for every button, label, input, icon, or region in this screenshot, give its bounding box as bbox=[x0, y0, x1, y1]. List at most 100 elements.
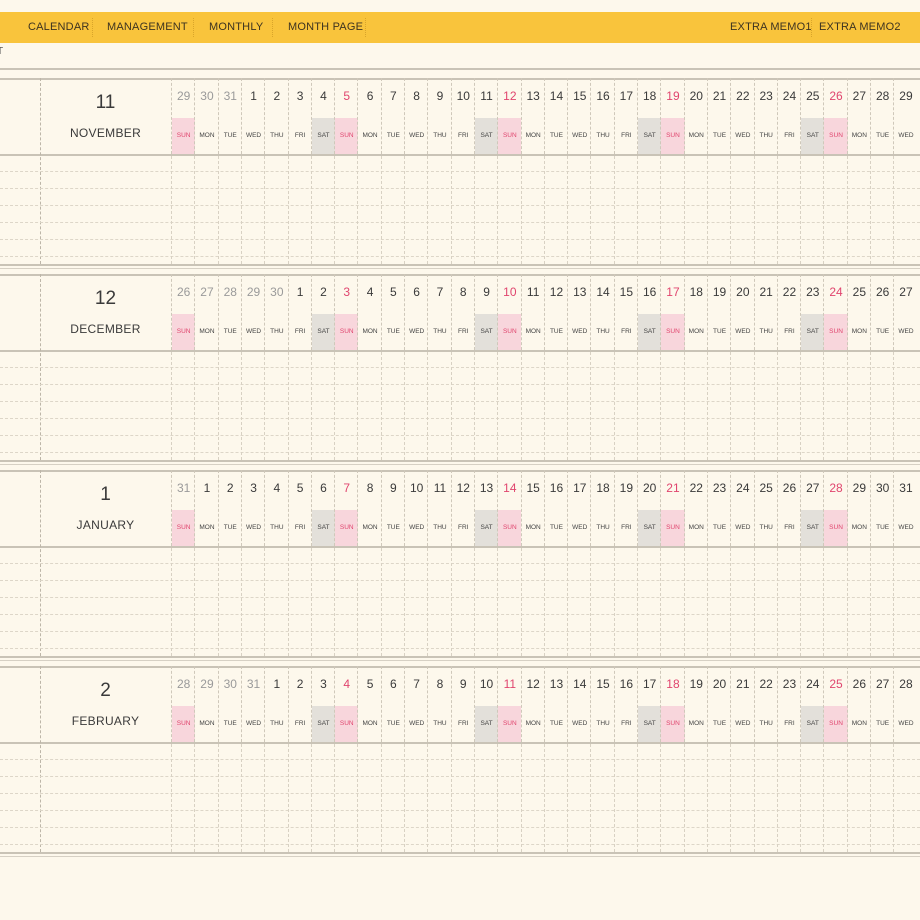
day-cell[interactable]: 4 THU bbox=[264, 470, 288, 546]
day-cell[interactable]: 2 TUE bbox=[217, 470, 242, 546]
day-cell[interactable]: 13 MON bbox=[520, 78, 545, 154]
month-name[interactable]: JANUARY bbox=[40, 518, 171, 532]
day-cell[interactable]: 3 FRI bbox=[287, 78, 312, 154]
day-cell[interactable]: 12 TUE bbox=[543, 274, 568, 350]
day-cell[interactable]: 19 SUN bbox=[660, 78, 685, 154]
day-cell[interactable]: 21 THU bbox=[753, 274, 778, 350]
day-cell[interactable]: 1 THU bbox=[264, 666, 288, 742]
day-cell[interactable]: 14 THU bbox=[590, 274, 614, 350]
day-cell[interactable]: 22 FRI bbox=[776, 274, 801, 350]
day-cell[interactable]: 31 TUE bbox=[217, 78, 242, 154]
day-cell[interactable]: 10 SUN bbox=[497, 274, 522, 350]
day-cell[interactable]: 27 SAT bbox=[800, 470, 825, 546]
day-cell[interactable]: 22 WED bbox=[730, 78, 754, 154]
day-cell[interactable]: 18 SAT bbox=[637, 78, 662, 154]
day-cell[interactable]: 31 WED bbox=[240, 666, 265, 742]
day-cell[interactable]: 6 TUE bbox=[380, 666, 405, 742]
day-cell[interactable]: 26 MON bbox=[846, 666, 871, 742]
day-cell[interactable]: 27 TUE bbox=[870, 666, 894, 742]
day-cell[interactable]: 21 TUE bbox=[706, 78, 731, 154]
day-cell[interactable]: 12 MON bbox=[520, 666, 545, 742]
month-number[interactable]: 2 bbox=[40, 680, 171, 702]
day-cell[interactable]: 17 SAT bbox=[637, 666, 662, 742]
day-cell[interactable]: 4 MON bbox=[357, 274, 381, 350]
day-cell[interactable]: 16 FRI bbox=[613, 666, 638, 742]
day-cell[interactable]: 25 MON bbox=[846, 274, 871, 350]
day-cell[interactable]: 8 WED bbox=[404, 78, 428, 154]
day-cell[interactable]: 8 THU bbox=[427, 666, 451, 742]
day-cell[interactable]: 10 WED bbox=[404, 470, 428, 546]
day-cell[interactable]: 13 TUE bbox=[543, 666, 568, 742]
day-cell[interactable]: 25 SUN bbox=[823, 666, 848, 742]
day-cell[interactable]: 11 MON bbox=[520, 274, 545, 350]
day-cell[interactable]: 15 THU bbox=[590, 666, 614, 742]
day-cell[interactable]: 30 MON bbox=[194, 78, 218, 154]
day-cell[interactable]: 23 TUE bbox=[706, 470, 731, 546]
day-cell[interactable]: 2 SAT bbox=[310, 274, 336, 350]
day-cell[interactable]: 7 TUE bbox=[380, 78, 405, 154]
day-cell[interactable]: 12 FRI bbox=[450, 470, 475, 546]
day-cell[interactable]: 14 WED bbox=[567, 666, 591, 742]
day-cell[interactable]: 29 SUN bbox=[171, 78, 196, 154]
day-cell[interactable]: 31 SUN bbox=[171, 470, 196, 546]
nav-calendar[interactable]: CALENDAR bbox=[28, 12, 90, 43]
day-cell[interactable]: 25 THU bbox=[753, 470, 778, 546]
day-cell[interactable]: 11 SAT bbox=[473, 78, 499, 154]
day-cell[interactable]: 24 SAT bbox=[800, 666, 825, 742]
nav-management[interactable]: MANAGEMENT bbox=[107, 12, 188, 43]
day-cell[interactable]: 18 MON bbox=[683, 274, 708, 350]
day-cell[interactable]: 26 FRI bbox=[776, 470, 801, 546]
day-cell[interactable]: 28 SUN bbox=[823, 470, 848, 546]
day-cell[interactable]: 27 MON bbox=[194, 274, 218, 350]
day-cell[interactable]: 20 SAT bbox=[637, 470, 662, 546]
nav-extra-memo2[interactable]: EXTRA MEMO2 bbox=[819, 12, 901, 43]
day-cell[interactable]: 30 TUE bbox=[217, 666, 242, 742]
day-cell[interactable]: 27 MON bbox=[846, 78, 871, 154]
day-cell[interactable]: 22 MON bbox=[683, 470, 708, 546]
day-cell[interactable]: 23 THU bbox=[753, 78, 778, 154]
day-cell[interactable]: 21 WED bbox=[730, 666, 754, 742]
day-cell[interactable]: 8 FRI bbox=[450, 274, 475, 350]
day-cell[interactable]: 4 SUN bbox=[334, 666, 359, 742]
day-cell[interactable]: 6 SAT bbox=[310, 470, 336, 546]
day-cell[interactable]: 1 WED bbox=[240, 78, 265, 154]
day-cell[interactable]: 17 FRI bbox=[613, 78, 638, 154]
day-cell[interactable]: 26 SUN bbox=[171, 274, 196, 350]
day-cell[interactable]: 15 MON bbox=[520, 470, 545, 546]
day-cell[interactable]: 9 THU bbox=[427, 78, 451, 154]
day-cell[interactable]: 26 SUN bbox=[823, 78, 848, 154]
day-cell[interactable]: 8 MON bbox=[357, 470, 381, 546]
day-cell[interactable]: 5 MON bbox=[357, 666, 381, 742]
day-cell[interactable]: 13 SAT bbox=[473, 470, 499, 546]
day-cell[interactable]: 21 SUN bbox=[660, 470, 685, 546]
day-cell[interactable]: 26 TUE bbox=[870, 274, 894, 350]
month-name[interactable]: FEBRUARY bbox=[40, 714, 171, 728]
day-cell[interactable]: 30 TUE bbox=[870, 470, 894, 546]
month-number[interactable]: 1 bbox=[40, 484, 171, 506]
day-cell[interactable]: 30 THU bbox=[264, 274, 288, 350]
day-cell[interactable]: 28 TUE bbox=[870, 78, 894, 154]
day-cell[interactable]: 1 FRI bbox=[287, 274, 312, 350]
month-number[interactable]: 12 bbox=[40, 288, 171, 310]
day-cell[interactable]: 7 SUN bbox=[334, 470, 359, 546]
day-cell[interactable]: 10 SAT bbox=[473, 666, 499, 742]
day-cell[interactable]: 23 SAT bbox=[800, 274, 825, 350]
month-name[interactable]: DECEMBER bbox=[40, 322, 171, 336]
day-cell[interactable]: 16 SAT bbox=[637, 274, 662, 350]
nav-extra-memo1[interactable]: EXTRA MEMO1 bbox=[730, 12, 812, 43]
day-cell[interactable]: 14 TUE bbox=[543, 78, 568, 154]
day-cell[interactable]: 27 WED bbox=[893, 274, 917, 350]
day-cell[interactable]: 29 WED bbox=[893, 78, 917, 154]
day-cell[interactable]: 24 SUN bbox=[823, 274, 848, 350]
day-cell[interactable]: 16 THU bbox=[590, 78, 614, 154]
day-cell[interactable]: 6 MON bbox=[357, 78, 381, 154]
day-cell[interactable]: 28 TUE bbox=[217, 274, 242, 350]
day-cell[interactable]: 4 SAT bbox=[310, 78, 336, 154]
day-cell[interactable]: 18 SUN bbox=[660, 666, 685, 742]
day-cell[interactable]: 3 SAT bbox=[310, 666, 336, 742]
day-cell[interactable]: 17 SUN bbox=[660, 274, 685, 350]
day-cell[interactable]: 2 FRI bbox=[287, 666, 312, 742]
day-cell[interactable]: 5 TUE bbox=[380, 274, 405, 350]
day-cell[interactable]: 24 WED bbox=[730, 470, 754, 546]
nav-month-page[interactable]: MONTH PAGE bbox=[288, 12, 363, 43]
